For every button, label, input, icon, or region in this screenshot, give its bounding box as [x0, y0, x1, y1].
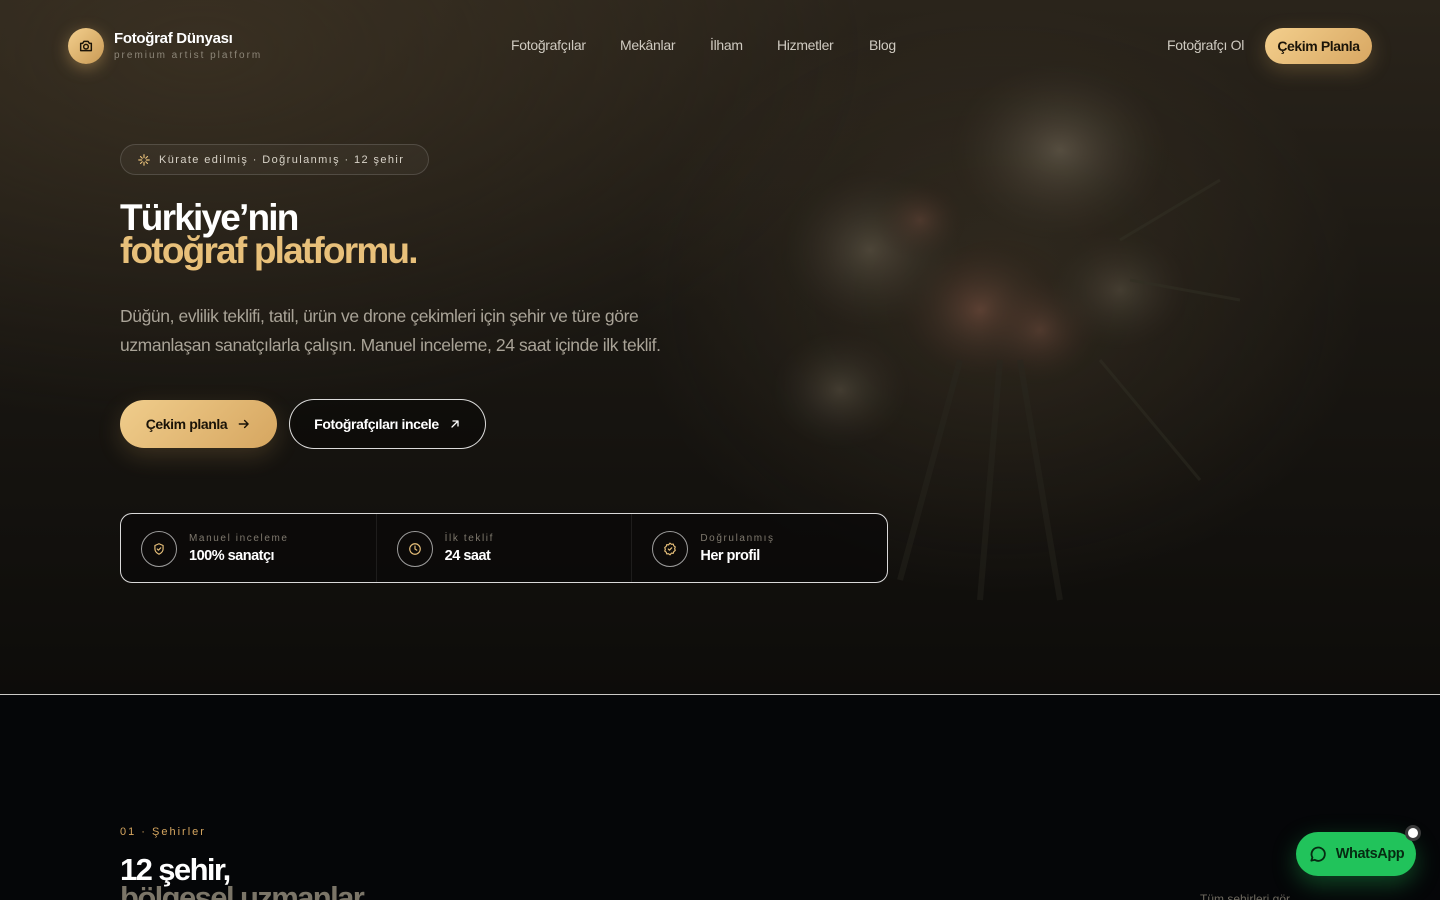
- hero-badge: Kürate edilmiş · Doğrulanmış · 12 şehir: [120, 144, 429, 175]
- stat-manual-review: Manuel inceleme 100% sanatçı: [121, 514, 377, 582]
- browse-photographers-button-label: Fotoğrafçıları incele: [314, 416, 439, 432]
- arrow-up-right-icon: [451, 420, 459, 428]
- stat-label: Doğrulanmış: [700, 533, 775, 544]
- hero-description: Düğün, evlilik teklifi, tatil, ürün ve d…: [120, 306, 661, 355]
- nav-link-services[interactable]: Hizmetler: [777, 37, 834, 53]
- become-photographer-link[interactable]: Fotoğrafçı Ol: [1167, 37, 1244, 53]
- nav-link-photographers[interactable]: Fotoğrafçılar: [511, 37, 586, 53]
- nav-link-blog[interactable]: Blog: [869, 37, 896, 53]
- plan-shoot-nav-button[interactable]: Çekim Planla: [1265, 28, 1372, 64]
- trust-stats-bar: Manuel inceleme 100% sanatçı İlk teklif …: [120, 513, 888, 583]
- brand-tagline: premium artist platform: [114, 50, 263, 61]
- nav-link-inspiration[interactable]: İlham: [710, 37, 743, 53]
- arrow-right-icon: [238, 419, 250, 429]
- browse-photographers-button[interactable]: Fotoğrafçıları incele: [289, 399, 486, 449]
- nav-link-venues[interactable]: Mekânlar: [620, 37, 675, 53]
- notification-dot: [1405, 825, 1421, 841]
- stat-value: 24 saat: [444, 548, 491, 564]
- plan-shoot-button-label: Çekim planla: [145, 416, 228, 432]
- all-cities-link[interactable]: Tüm şehirleri gör: [1200, 892, 1290, 900]
- whatsapp-button-label: WhatsApp: [1335, 846, 1405, 862]
- stat-value: Her profil: [700, 548, 760, 564]
- stat-label: İlk teklif: [444, 533, 495, 544]
- logo[interactable]: [68, 28, 104, 64]
- hero-badge-text: Kürate edilmiş · Doğrulanmış · 12 şehir: [159, 153, 405, 166]
- plan-shoot-button[interactable]: Çekim planla: [120, 400, 277, 448]
- stat-first-offer: İlk teklif 24 saat: [377, 514, 633, 582]
- brand-name[interactable]: Fotoğraf Dünyası: [114, 30, 233, 47]
- cities-section-title-line2: bölgesel uzmanlar.: [120, 880, 370, 900]
- stat-verified: Doğrulanmış Her profil: [632, 514, 887, 582]
- verified-badge-icon: [664, 542, 677, 556]
- cities-section-eyebrow: 01 · Şehirler: [120, 826, 206, 838]
- camera-icon: [79, 40, 93, 52]
- whatsapp-button[interactable]: WhatsApp: [1296, 832, 1416, 876]
- stat-value: 100% sanatçı: [189, 548, 275, 564]
- sparkle-icon: [138, 153, 150, 166]
- clock-icon: [408, 543, 421, 555]
- shield-check-icon: [154, 543, 164, 555]
- top-navigation: Fotoğraf Dünyası premium artist platform…: [0, 0, 1440, 92]
- hero-title-line2: fotoğraf platformu.: [120, 230, 419, 271]
- chat-bubble-icon: [1310, 846, 1326, 862]
- stat-label: Manuel inceleme: [189, 533, 289, 544]
